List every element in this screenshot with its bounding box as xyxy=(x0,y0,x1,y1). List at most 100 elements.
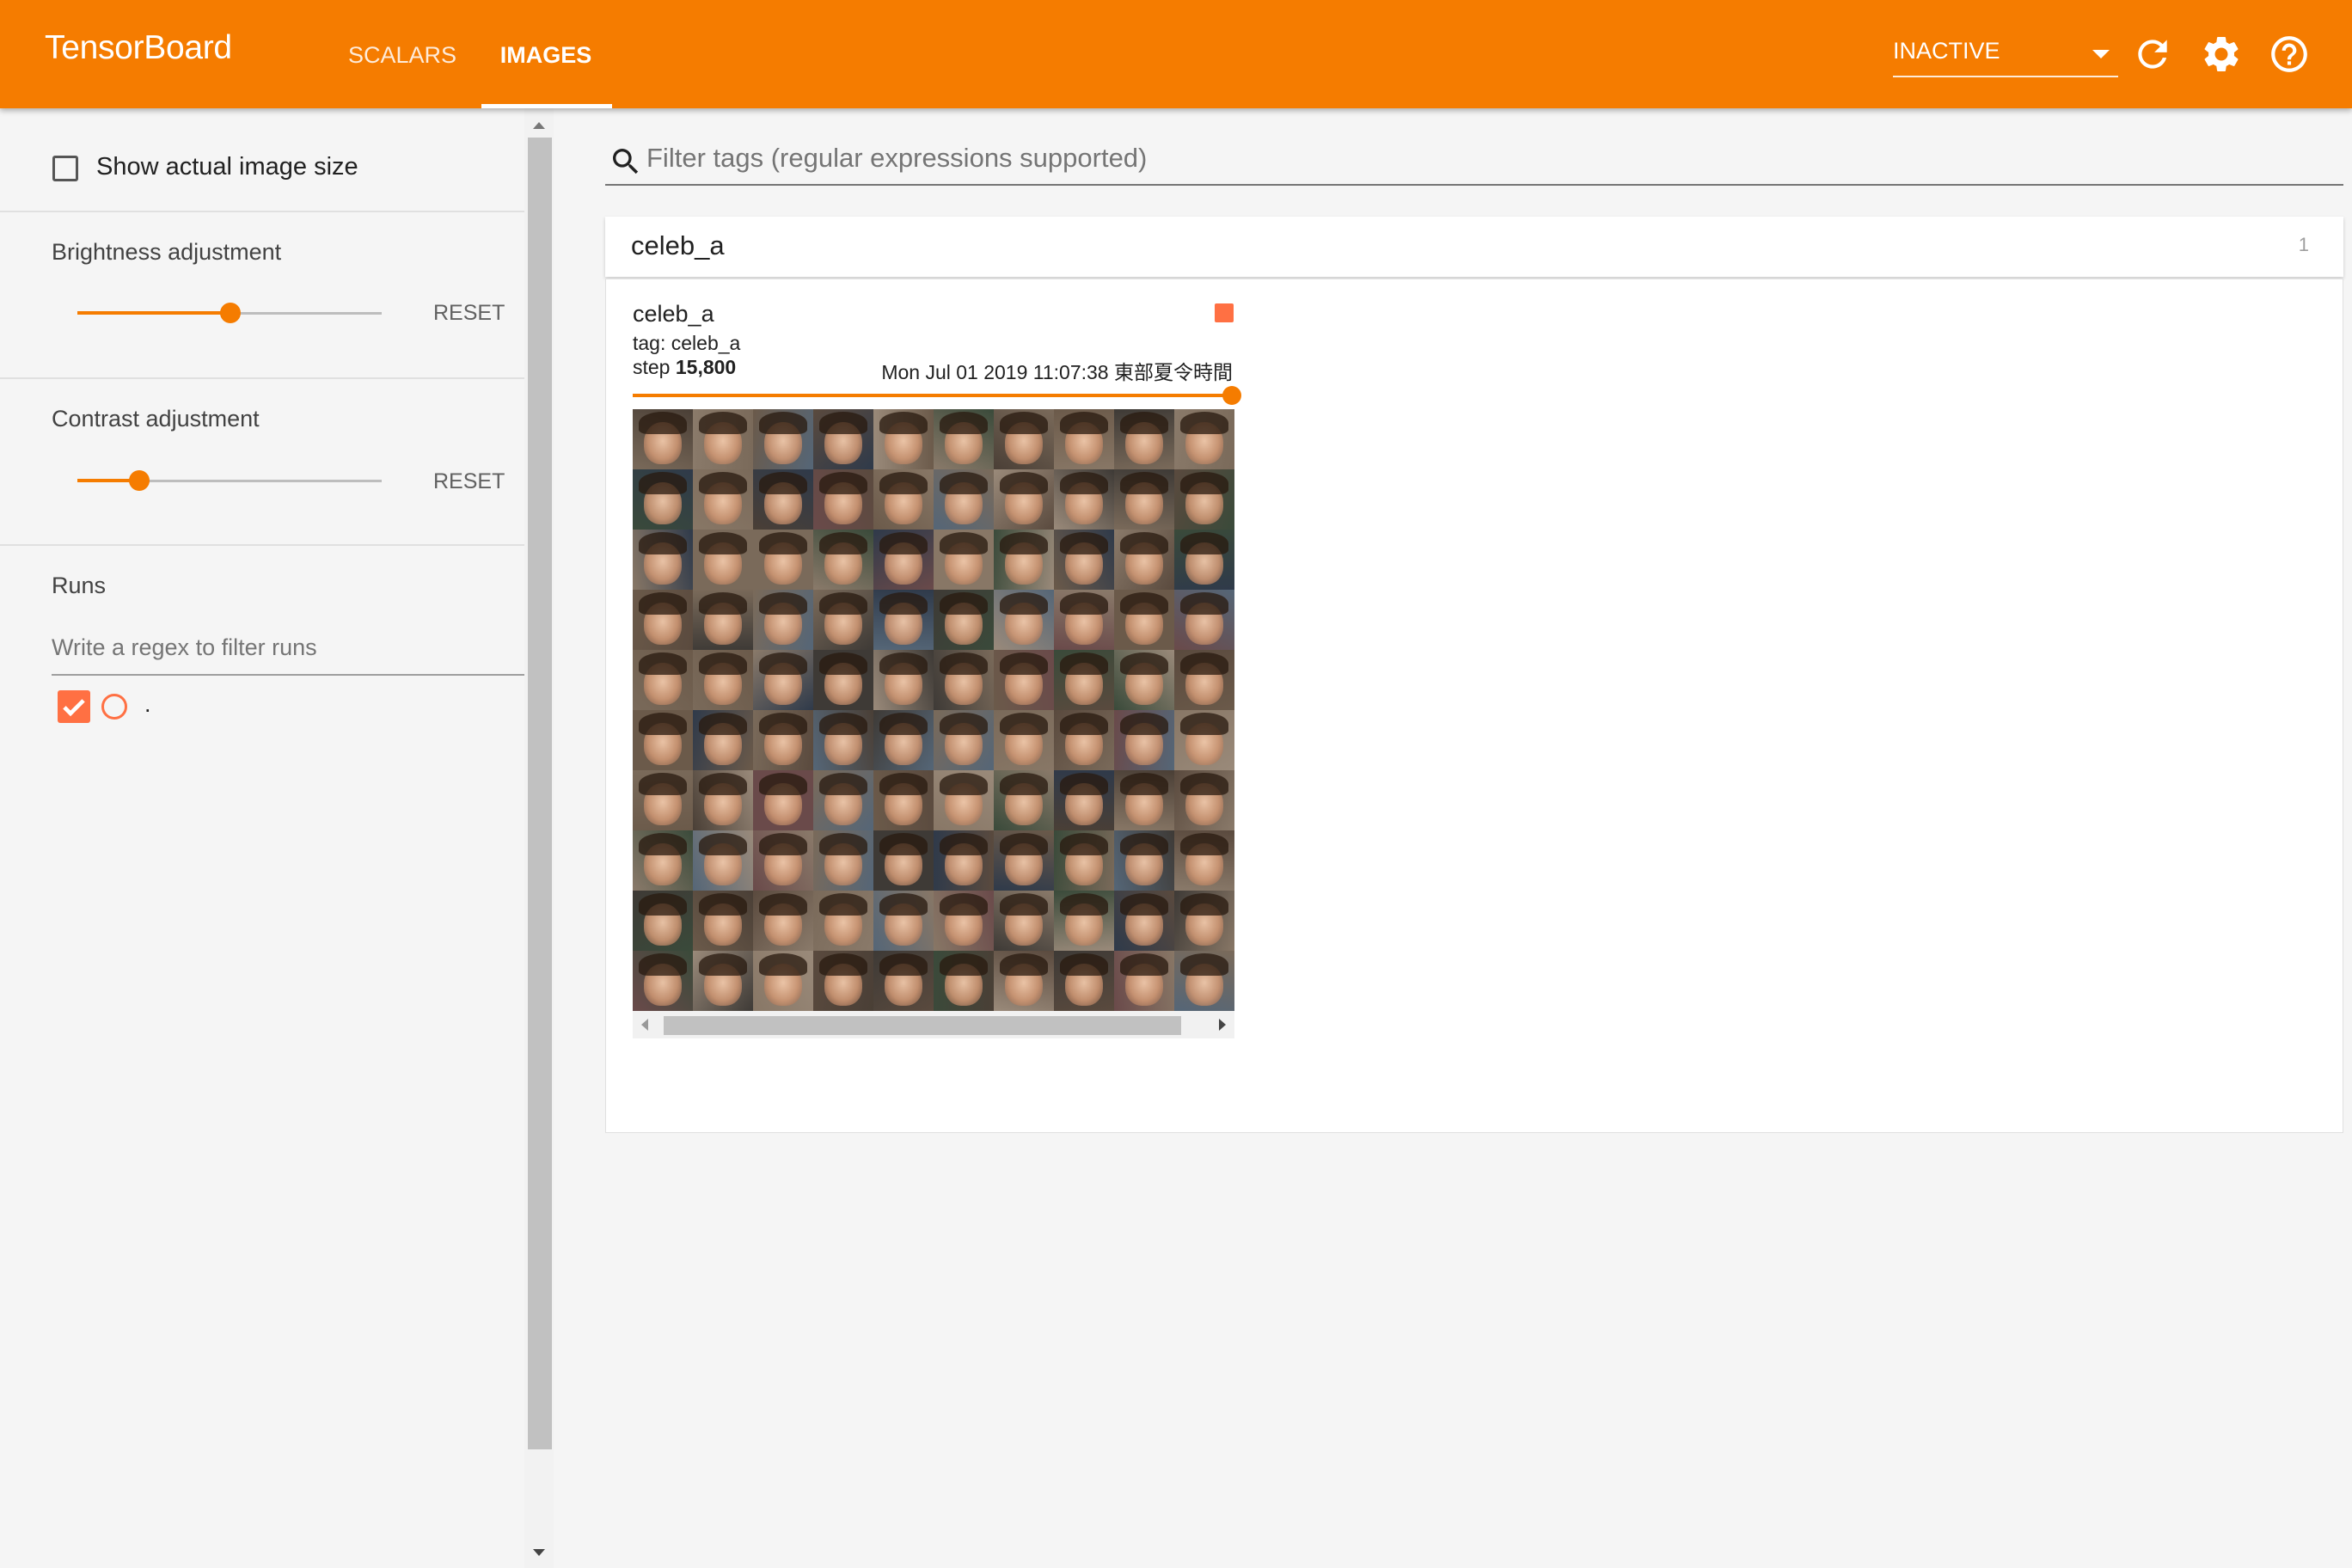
image-card-step: step 15,800 xyxy=(633,356,736,379)
brightness-slider-fill xyxy=(77,311,230,315)
face-thumbnail xyxy=(873,830,934,891)
face-thumbnail xyxy=(934,710,994,770)
face-thumbnail xyxy=(753,590,813,650)
tab-images[interactable]: IMAGES xyxy=(481,0,610,108)
step-slider-track[interactable] xyxy=(633,394,1231,397)
category-name: celeb_a xyxy=(631,230,725,260)
face-thumbnail xyxy=(994,469,1054,530)
run-color-radio[interactable] xyxy=(101,694,127,720)
face-thumbnail xyxy=(633,830,693,891)
scroll-left-arrow-icon[interactable] xyxy=(641,1019,648,1031)
tag-filter-underline xyxy=(605,184,2343,186)
face-thumbnail xyxy=(1054,830,1114,891)
face-thumbnail xyxy=(813,891,873,951)
step-slider-knob[interactable] xyxy=(1222,386,1241,405)
face-thumbnail xyxy=(1174,951,1234,1011)
image-card-tag: tag: celeb_a xyxy=(633,332,741,354)
face-thumbnail xyxy=(693,469,753,530)
search-icon xyxy=(613,149,639,175)
face-thumbnail xyxy=(1054,951,1114,1011)
image-card-title: celeb_a xyxy=(633,301,714,327)
tab-scalars[interactable]: SCALARS xyxy=(334,0,471,108)
image-card-timestamp: Mon Jul 01 2019 11:07:38 東部夏令時間 xyxy=(881,361,1233,383)
face-thumbnail xyxy=(633,590,693,650)
face-thumbnail xyxy=(1054,650,1114,710)
face-thumbnail xyxy=(1114,590,1174,650)
refresh-icon[interactable] xyxy=(2131,33,2174,76)
face-thumbnail xyxy=(1114,530,1174,590)
help-circle-icon[interactable] xyxy=(2268,33,2311,76)
face-thumbnail xyxy=(693,650,753,710)
runs-filter-input[interactable]: Write a regex to filter runs xyxy=(52,629,524,676)
face-thumbnail xyxy=(1114,770,1174,830)
face-thumbnail xyxy=(753,710,813,770)
sidebar-scrollbar[interactable] xyxy=(524,108,554,1568)
run-checkbox[interactable] xyxy=(58,690,90,723)
reload-status-dropdown[interactable]: INACTIVE xyxy=(1893,33,2118,77)
face-thumbnail xyxy=(994,951,1054,1011)
face-thumbnail xyxy=(1174,830,1234,891)
face-thumbnail xyxy=(1174,530,1234,590)
category-header[interactable]: celeb_a 1 xyxy=(605,217,2343,277)
face-thumbnail xyxy=(1054,770,1114,830)
face-thumbnail xyxy=(693,830,753,891)
face-thumbnail xyxy=(1054,590,1114,650)
show-actual-size-label[interactable]: Show actual image size xyxy=(96,153,358,181)
face-thumbnail xyxy=(633,770,693,830)
face-thumbnail xyxy=(693,951,753,1011)
face-thumbnail xyxy=(994,650,1054,710)
brightness-slider-knob[interactable] xyxy=(220,303,241,323)
face-thumbnail xyxy=(873,891,934,951)
face-thumbnail xyxy=(753,650,813,710)
reload-status-label: INACTIVE xyxy=(1893,38,2000,64)
face-thumbnail xyxy=(934,469,994,530)
contrast-reset-button[interactable]: RESET xyxy=(433,469,505,494)
show-actual-size-checkbox[interactable] xyxy=(52,156,78,181)
scroll-right-arrow-icon[interactable] xyxy=(1219,1019,1226,1031)
scrollbar-thumb[interactable] xyxy=(528,138,552,1449)
face-thumbnail xyxy=(1174,770,1234,830)
active-tab-indicator xyxy=(481,104,612,108)
scroll-down-arrow-icon[interactable] xyxy=(533,1549,545,1556)
face-thumbnail xyxy=(633,650,693,710)
contrast-slider-knob[interactable] xyxy=(129,470,150,491)
face-thumbnail xyxy=(934,590,994,650)
face-thumbnail xyxy=(1054,530,1114,590)
divider xyxy=(0,377,524,379)
contrast-label: Contrast adjustment xyxy=(52,406,260,432)
face-thumbnail xyxy=(873,650,934,710)
face-thumbnail xyxy=(1114,710,1174,770)
face-thumbnail xyxy=(693,770,753,830)
face-thumbnail xyxy=(1114,891,1174,951)
face-thumbnail xyxy=(633,469,693,530)
category-count: 1 xyxy=(2298,234,2309,255)
face-thumbnail xyxy=(813,530,873,590)
tag-filter-input[interactable]: Filter tags (regular expressions support… xyxy=(646,143,1147,174)
face-thumbnail xyxy=(693,710,753,770)
face-thumbnail xyxy=(873,530,934,590)
face-thumbnail xyxy=(633,409,693,469)
horizontal-scrollbar-thumb[interactable] xyxy=(664,1016,1181,1035)
face-thumbnail xyxy=(934,951,994,1011)
face-thumbnail xyxy=(1054,409,1114,469)
brightness-reset-button[interactable]: RESET xyxy=(433,301,505,326)
face-thumbnail xyxy=(1114,469,1174,530)
face-thumbnail xyxy=(753,951,813,1011)
face-thumbnail xyxy=(1174,590,1234,650)
face-thumbnail xyxy=(994,590,1054,650)
face-thumbnail xyxy=(693,530,753,590)
settings-gear-icon[interactable] xyxy=(2200,33,2243,76)
dropdown-arrow-icon xyxy=(2092,50,2110,58)
top-app-bar: TensorBoard SCALARS IMAGES INACTIVE xyxy=(0,0,2352,108)
divider xyxy=(0,544,524,546)
face-thumbnail xyxy=(994,891,1054,951)
generated-image-grid xyxy=(633,409,1234,1011)
image-horizontal-scrollbar[interactable] xyxy=(633,1011,1234,1038)
face-thumbnail xyxy=(873,409,934,469)
face-thumbnail xyxy=(633,530,693,590)
divider xyxy=(0,211,524,212)
face-thumbnail xyxy=(753,469,813,530)
step-prefix: step xyxy=(633,356,671,378)
scroll-up-arrow-icon[interactable] xyxy=(533,122,545,129)
face-thumbnail xyxy=(1174,469,1234,530)
